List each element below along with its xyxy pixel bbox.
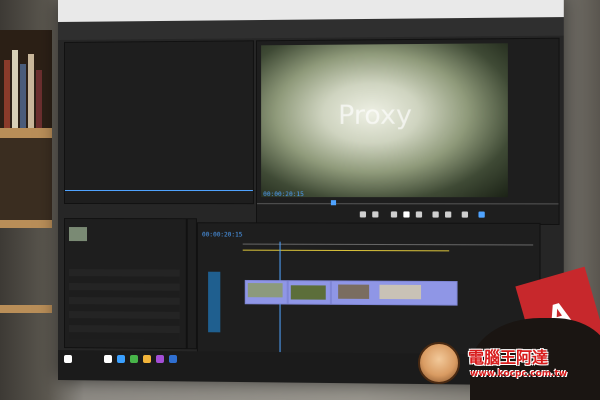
insert-button[interactable]	[432, 211, 439, 218]
clip-thumbnail	[379, 284, 422, 300]
shelf-board	[0, 305, 52, 313]
toggle-proxies-button[interactable]	[478, 211, 485, 218]
photo-scene: Proxy 00:00:20:15 00:00:20:15 A 電腦王阿達 ww…	[0, 0, 600, 400]
timeline-clip[interactable]	[244, 279, 288, 305]
work-area-bar[interactable]	[242, 249, 450, 252]
timeline-timecode: 00:00:20:15	[202, 231, 243, 239]
overwrite-button[interactable]	[445, 211, 452, 218]
step-forward-button[interactable]	[415, 211, 423, 218]
start-icon[interactable]	[64, 355, 72, 363]
timeline-clip[interactable]	[330, 280, 458, 306]
playhead-marker[interactable]	[330, 200, 337, 206]
export-frame-button[interactable]	[461, 211, 469, 218]
program-timecode: 00:00:20:15	[263, 191, 304, 199]
mark-in-button[interactable]	[359, 211, 367, 218]
taskbar-app-icon[interactable]	[169, 355, 177, 363]
taskbar-app-icon[interactable]	[130, 355, 138, 363]
mark-out-button[interactable]	[372, 211, 379, 218]
taskbar-app-icon[interactable]	[104, 355, 112, 363]
time-ruler	[242, 243, 534, 246]
clip-thumbnail	[247, 283, 283, 298]
clip-thumbnail	[338, 284, 370, 299]
shelf-board	[0, 128, 52, 138]
proxy-overlay-text: Proxy	[338, 100, 412, 132]
play-button[interactable]	[403, 211, 410, 218]
program-scrubber[interactable]	[257, 203, 559, 205]
shelf-lower	[0, 138, 52, 228]
project-bin-list	[68, 269, 180, 341]
program-monitor: Proxy 00:00:20:15	[255, 37, 560, 225]
bookshelf	[0, 30, 52, 130]
clip-thumbnail	[290, 285, 326, 300]
project-panel	[63, 218, 187, 350]
taskbar-app-icon[interactable]	[117, 355, 125, 363]
step-back-button[interactable]	[390, 211, 398, 218]
watermark-mascot-icon	[418, 342, 460, 384]
source-monitor	[63, 40, 254, 205]
video-frame: Proxy	[261, 43, 508, 198]
shelf-board	[0, 220, 52, 228]
taskbar-app-icon[interactable]	[143, 355, 151, 363]
tools-panel	[186, 218, 197, 350]
workspace-bar	[58, 17, 564, 58]
source-scrubber[interactable]	[64, 190, 253, 192]
watermark-name: 電腦王阿達	[468, 348, 549, 367]
track-targeting[interactable]	[208, 271, 221, 333]
clip-thumbnail	[68, 227, 88, 242]
projection-screen: Proxy 00:00:20:15 00:00:20:15	[58, 0, 564, 386]
taskbar-app-icon[interactable]	[156, 355, 164, 363]
watermark-url: www.kocpc.com.tw	[470, 369, 568, 379]
timeline-clip[interactable]	[287, 280, 331, 305]
